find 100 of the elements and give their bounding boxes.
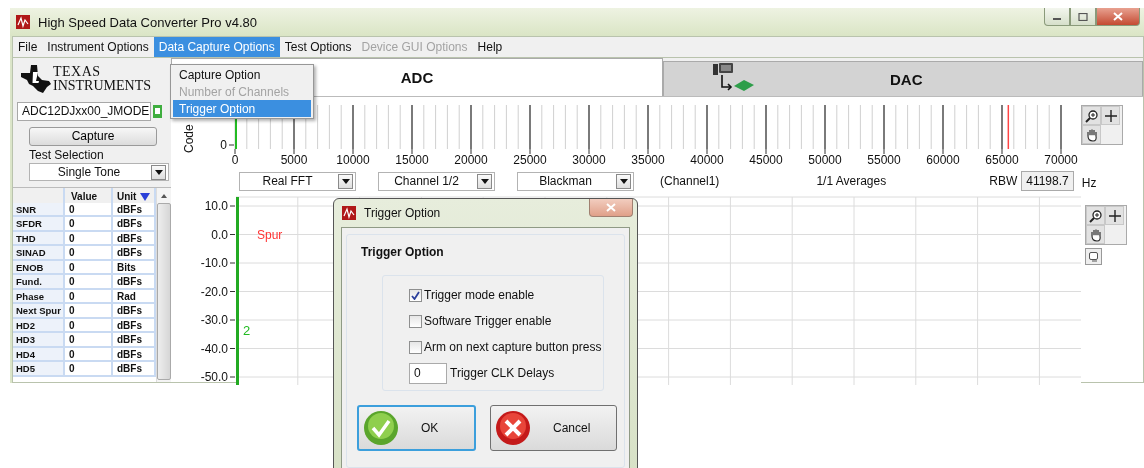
tick-label: -10.0	[200, 256, 228, 270]
table-cell: dBFs	[113, 275, 156, 290]
menu-item[interactable]: Help	[472, 37, 508, 57]
table-cell: SFDR	[13, 217, 65, 232]
tick-label: -30.0	[200, 313, 228, 327]
square-icon	[1088, 251, 1099, 262]
zoom-icon	[1084, 108, 1099, 123]
app-icon	[16, 15, 30, 29]
table-cell: dBFs	[113, 304, 156, 319]
field-label: Trigger CLK Delays	[450, 366, 555, 380]
crosshair-icon	[1104, 109, 1117, 122]
zoom-button[interactable]	[1086, 206, 1105, 225]
tick-label: 65000	[985, 153, 1019, 167]
crosshair-button[interactable]	[1101, 106, 1120, 125]
logo-text: INSTRUMENTS	[53, 78, 151, 93]
tick-label: -50.0	[200, 370, 228, 384]
close-icon	[1113, 12, 1123, 21]
dropdown[interactable]: Blackman	[517, 171, 634, 191]
caret-icon	[477, 173, 492, 189]
minimize-button[interactable]	[1044, 8, 1070, 26]
checkbox-label: Arm on next capture button press	[424, 340, 602, 354]
tab[interactable]: DAC	[663, 61, 1143, 96]
table-cell: Fund.	[13, 275, 65, 290]
dropdown[interactable]: Real FFT	[239, 171, 356, 191]
tick-label: 10.0	[204, 199, 228, 213]
tick-label: 30000	[572, 153, 606, 167]
test-selection-dropdown[interactable]: Single Tone	[29, 162, 169, 182]
dropdown[interactable]: Channel 1/2	[378, 171, 495, 191]
dialog-title: Trigger Option	[364, 206, 441, 220]
column-header-text: Unit	[117, 191, 137, 203]
close-button[interactable]	[589, 199, 633, 217]
tick-label: 40000	[690, 153, 724, 167]
close-icon	[606, 203, 616, 212]
tick-label: 0.0	[211, 227, 228, 242]
device-field[interactable]: ADC12DJxx00_JMODE	[17, 101, 151, 121]
caret-icon	[151, 164, 166, 180]
scroll-up-icon[interactable]	[161, 194, 167, 199]
tick-label: 60000	[926, 153, 960, 167]
zoom-button[interactable]	[1082, 106, 1101, 125]
y-axis	[228, 144, 235, 146]
annotation-label: Spur	[257, 227, 283, 242]
tick-label: 0	[220, 138, 227, 152]
caret-icon	[616, 173, 631, 189]
cancel-button[interactable]: Cancel	[490, 405, 617, 451]
table-cell: dBFs	[113, 246, 156, 261]
cross-icon	[495, 410, 531, 446]
table-cell: dBFs	[113, 362, 156, 377]
field-label: RBW	[989, 174, 1018, 188]
table-cell: HD5	[13, 362, 65, 377]
hand-icon	[1084, 127, 1099, 142]
tick-label: -20.0	[200, 284, 228, 299]
menu-item[interactable]: File	[13, 37, 43, 57]
checkbox[interactable]	[409, 314, 422, 328]
unit-label: Hz	[1081, 176, 1097, 190]
caret-icon	[338, 173, 353, 189]
rbw-field: 41198.7	[1021, 171, 1074, 191]
tab-label: DAC	[890, 70, 923, 88]
axis-title: Code	[182, 124, 196, 153]
checkmark-icon	[363, 410, 399, 446]
menu-item[interactable]: Capture Option	[173, 66, 311, 83]
table-cell: Next Spur	[13, 304, 65, 319]
field-label: Test Selection	[29, 147, 105, 162]
table-cell: SINAD	[13, 246, 65, 261]
checkbox[interactable]	[409, 340, 422, 354]
table-cell: dBFs	[113, 333, 156, 348]
table-cell: 0	[65, 275, 113, 290]
crosshair-button[interactable]	[1105, 206, 1124, 225]
trace-line	[235, 116, 237, 150]
pan-button[interactable]	[1082, 125, 1101, 144]
tick-label: 0	[231, 153, 239, 167]
tick-label: 35000	[631, 153, 665, 167]
marker-line	[1007, 104, 1010, 150]
logo-icon	[19, 63, 51, 94]
capture-button[interactable]: Capture	[29, 126, 157, 146]
crosshair-icon	[1108, 209, 1121, 222]
tick-label: 5000	[280, 153, 308, 167]
pan-button[interactable]	[1086, 225, 1105, 244]
maximize-icon	[1078, 12, 1088, 21]
channel-label: (Channel1)	[660, 174, 720, 188]
averages-label: 1/1 Averages	[816, 174, 887, 188]
maximize-button[interactable]	[1070, 8, 1096, 26]
table-cell: 0	[65, 333, 113, 348]
number-field[interactable]: 0	[409, 362, 447, 384]
table-cell: 0	[65, 246, 113, 261]
ok-button[interactable]: OK	[357, 405, 476, 451]
tick-label: 50000	[808, 153, 842, 167]
table-cell: HD3	[13, 333, 65, 348]
panel-heading: Trigger Option	[361, 245, 445, 259]
table-cell: dBFs	[113, 217, 156, 232]
checkbox-label: Trigger mode enable	[424, 288, 535, 302]
checkbox[interactable]	[409, 288, 422, 302]
menu-item[interactable]: Instrument Options	[42, 37, 154, 57]
tick-label: 15000	[395, 153, 429, 167]
print-button[interactable]	[1085, 248, 1102, 265]
close-button[interactable]	[1096, 8, 1140, 26]
menu-item[interactable]: Test Options	[279, 37, 357, 57]
tick-label: 45000	[749, 153, 783, 167]
tick-label: 25000	[513, 153, 547, 167]
table-cell: 0	[65, 217, 113, 232]
tick-label: 70000	[1044, 153, 1078, 167]
